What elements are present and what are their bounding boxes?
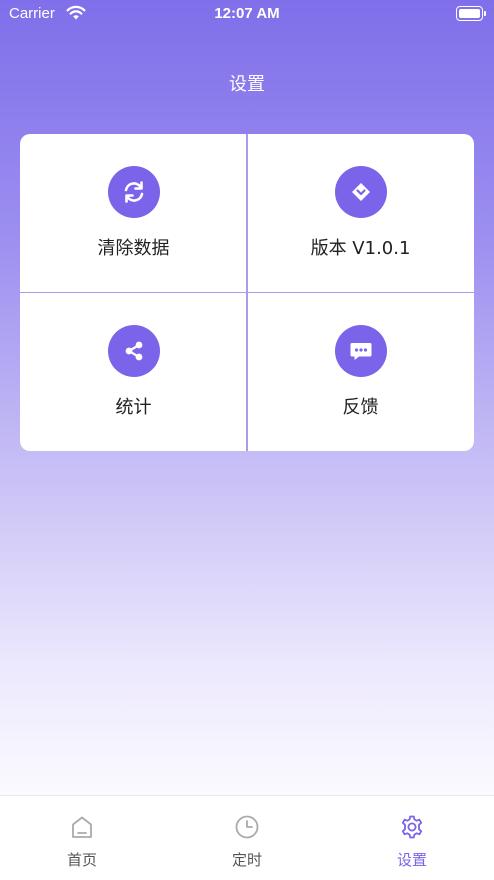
clock-icon <box>235 815 259 839</box>
battery-icon <box>456 6 486 21</box>
clear-data-label: 清除数据 <box>97 238 170 259</box>
version-label: 版本 V1.0.1 <box>310 238 411 259</box>
settings-grid: 清除数据 版本 V1.0.1 统计 反馈 <box>20 134 474 451</box>
statistics-button[interactable]: 统计 <box>20 293 247 451</box>
clear-data-button[interactable]: 清除数据 <box>20 134 247 292</box>
statistics-label: 统计 <box>115 397 152 418</box>
status-time: 12:07 AM <box>214 5 280 22</box>
tab-settings[interactable]: 设置 <box>330 796 494 880</box>
tab-home-label: 首页 <box>66 851 97 869</box>
app-screen: Carrier 12:07 AM 设置 清除数据 版本 V1.0.1 统计 反馈 <box>0 0 494 795</box>
share-icon <box>107 325 160 377</box>
tab-bar: 首页 定时 设置 <box>0 795 494 880</box>
page-title: 设置 <box>229 74 265 95</box>
gear-icon <box>401 815 423 839</box>
tab-home[interactable]: 首页 <box>0 796 164 880</box>
diamond-icon <box>334 166 387 218</box>
chat-icon <box>334 325 387 377</box>
tab-timer-label: 定时 <box>231 851 262 869</box>
status-bar: Carrier 12:07 AM <box>0 0 494 28</box>
tab-timer[interactable]: 定时 <box>165 796 329 880</box>
tab-settings-label: 设置 <box>396 851 427 869</box>
refresh-icon <box>107 166 160 218</box>
version-button[interactable]: 版本 V1.0.1 <box>247 134 474 292</box>
grid-divider-horizontal <box>20 291 474 293</box>
home-icon <box>72 816 92 838</box>
feedback-label: 反馈 <box>342 397 379 418</box>
feedback-button[interactable]: 反馈 <box>247 293 474 451</box>
